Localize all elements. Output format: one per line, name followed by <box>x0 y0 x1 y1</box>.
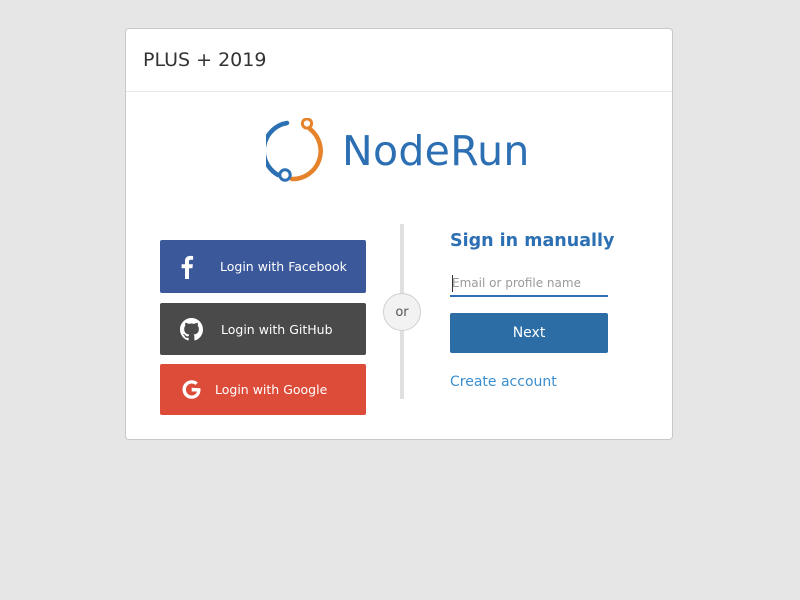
google-icon <box>180 364 203 415</box>
or-separator: or <box>383 293 421 331</box>
or-label: or <box>395 304 409 320</box>
create-account-link[interactable]: Create account <box>450 374 557 390</box>
github-icon <box>180 303 203 355</box>
email-input[interactable] <box>450 271 608 297</box>
brand-logo: NodeRun <box>266 118 530 184</box>
login-google-label: Login with Google <box>215 382 328 397</box>
login-facebook-button[interactable]: Login with Facebook <box>160 240 366 293</box>
noderun-logo-icon <box>266 118 323 182</box>
header-title: PLUS + 2019 <box>143 49 267 71</box>
login-google-button[interactable]: Login with Google <box>160 364 366 415</box>
login-card: PLUS + 2019 NodeRun Login with Facebook <box>125 28 673 440</box>
login-github-label: Login with GitHub <box>221 321 333 337</box>
sign-in-title: Sign in manually <box>450 231 615 251</box>
login-facebook-label: Login with Facebook <box>220 259 347 274</box>
text-cursor <box>452 275 453 292</box>
facebook-icon <box>180 240 194 293</box>
brand-name: NodeRun <box>342 127 530 175</box>
card-header: PLUS + 2019 <box>126 29 672 92</box>
next-button[interactable]: Next <box>450 313 608 353</box>
login-github-button[interactable]: Login with GitHub <box>160 303 366 355</box>
